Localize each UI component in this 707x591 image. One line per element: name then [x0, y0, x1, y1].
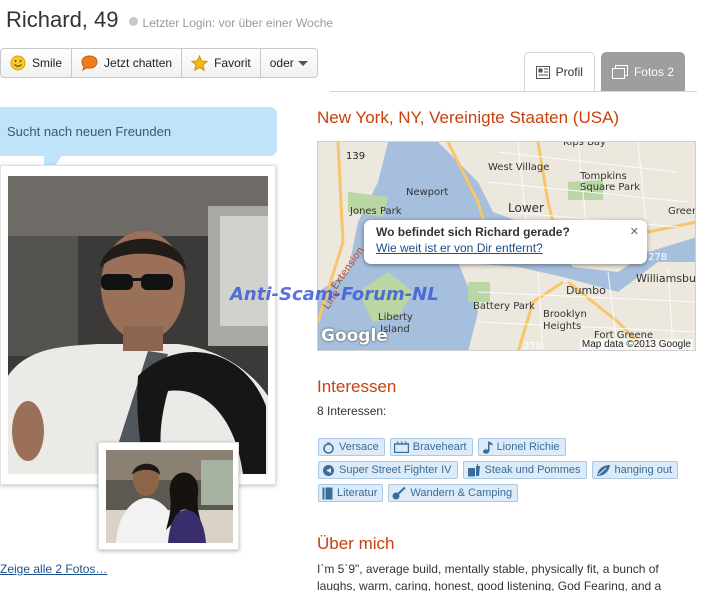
watermark-text: Anti-Scam-Forum-NL: [230, 284, 439, 305]
looking-for-text: Sucht nach neuen Freunden: [7, 124, 172, 139]
distance-link[interactable]: Wie weit ist er von Dir entfernt?: [376, 241, 647, 255]
about-title: Über mich: [317, 534, 395, 553]
show-all-photos-link[interactable]: Zeige alle 2 Fotos…: [0, 562, 107, 576]
main-profile-photo[interactable]: [8, 176, 268, 474]
svg-text:Green: Green: [668, 206, 696, 217]
interests-count: 8 Interessen:: [317, 404, 387, 418]
location-title: New York, NY, Vereinigte Staaten (USA): [317, 108, 620, 127]
about-text: I`m 5`9", average build, mentally stable…: [317, 562, 662, 591]
svg-text:West Village: West Village: [488, 162, 549, 173]
interest-tag[interactable]: hanging out: [591, 461, 678, 479]
svg-text:278: 278: [523, 341, 542, 351]
tab-profile[interactable]: Profil: [523, 52, 595, 91]
svg-text:Williamsburg: Williamsburg: [636, 272, 696, 285]
profile-card-icon: [535, 65, 550, 79]
leaf-icon: [596, 464, 610, 476]
svg-text:Jones Park: Jones Park: [349, 206, 402, 217]
interest-tag[interactable]: Steak und Pommes: [462, 461, 587, 479]
more-label: oder: [269, 56, 294, 70]
tag-label: hanging out: [614, 464, 673, 476]
chat-label: Jetzt chatten: [104, 56, 173, 70]
photos-icon: [611, 64, 628, 79]
game-icon: [323, 464, 334, 476]
map-popup-question: Wo befindet sich Richard gerade?: [376, 225, 570, 239]
tag-label: Braveheart: [412, 441, 467, 453]
interest-tags: Versace Braveheart Lionel Richie Super S…: [318, 438, 698, 507]
tag-label: Lionel Richie: [496, 441, 560, 453]
drink-icon: [467, 463, 480, 476]
svg-text:Brooklyn: Brooklyn: [543, 309, 587, 320]
map-attribution: Map data ©2013 Google: [579, 339, 693, 350]
interest-tag[interactable]: Literatur: [318, 484, 384, 502]
tag-label: Versace: [339, 441, 379, 453]
chat-bubble-icon: [81, 55, 98, 71]
thumbnail-photo[interactable]: [106, 450, 233, 543]
favorite-label: Favorit: [214, 56, 251, 70]
profile-name: Richard, 49: [6, 7, 119, 32]
looking-for-bubble: Sucht nach neuen Freunden: [0, 107, 277, 156]
favorite-button[interactable]: Favorit: [182, 49, 261, 77]
more-dropdown[interactable]: oder: [261, 49, 317, 77]
last-login-text: Letzter Login: vor über einer Woche: [142, 16, 334, 30]
book-icon: [322, 487, 333, 499]
tab-profile-label: Profil: [555, 65, 583, 79]
ring-icon: [323, 442, 334, 454]
svg-text:Dumbo: Dumbo: [566, 284, 606, 297]
music-note-icon: [482, 441, 493, 454]
svg-text:278: 278: [648, 252, 667, 263]
smile-label: Smile: [32, 56, 63, 70]
google-logo: Google: [321, 326, 388, 346]
tag-label: Wandern & Camping: [410, 487, 513, 499]
location-map[interactable]: 139 West Village Tompkins Square Park Ne…: [317, 141, 696, 351]
tab-divider: [330, 91, 697, 92]
tag-row: Super Street Fighter IV Steak und Pommes…: [318, 461, 698, 479]
tab-photos-label: Fotos 2: [633, 64, 674, 79]
svg-text:Kips Bay: Kips Bay: [563, 142, 606, 148]
star-icon: [191, 54, 209, 71]
map-popup: Wo befindet sich Richard gerade? Wie wei…: [364, 220, 647, 264]
tag-row: Versace Braveheart Lionel Richie: [318, 438, 698, 456]
smiley-icon: [10, 55, 26, 71]
main-photo-frame: [0, 165, 276, 485]
interest-tag[interactable]: Braveheart: [389, 438, 473, 456]
smile-button[interactable]: Smile: [1, 49, 73, 77]
profile-header: Richard, 49 Letzter Login: vor über eine…: [6, 7, 333, 33]
thumbnail-frame: [98, 442, 239, 550]
tab-photos[interactable]: Fotos 2: [600, 52, 685, 91]
interest-tag[interactable]: Wandern & Camping: [388, 484, 519, 502]
interest-tag[interactable]: Lionel Richie: [477, 438, 566, 456]
svg-text:Liberty: Liberty: [378, 312, 413, 323]
interests-title: Interessen: [317, 377, 397, 396]
svg-text:Tompkins: Tompkins: [579, 171, 627, 182]
svg-text:Battery Park: Battery Park: [473, 301, 535, 312]
tag-label: Literatur: [337, 487, 378, 499]
close-icon[interactable]: ✕: [630, 225, 639, 238]
tag-row: Literatur Wandern & Camping: [318, 484, 698, 502]
interest-tag[interactable]: Super Street Fighter IV: [318, 461, 458, 479]
action-bar: Smile Jetzt chatten Favorit oder: [0, 48, 318, 78]
tag-label: Steak und Pommes: [484, 464, 581, 476]
svg-text:139: 139: [346, 151, 365, 162]
interest-tag[interactable]: Versace: [318, 438, 385, 456]
svg-text:Heights: Heights: [543, 321, 581, 332]
profile-tabs: Profil Fotos 2: [518, 52, 685, 91]
offline-status-dot-icon: [128, 17, 138, 26]
chevron-down-icon: [297, 60, 308, 66]
svg-text:Newport: Newport: [406, 187, 448, 198]
tag-label: Super Street Fighter IV: [339, 464, 452, 476]
chat-button[interactable]: Jetzt chatten: [72, 49, 183, 77]
film-icon: [393, 441, 409, 453]
guitar-icon: [392, 486, 407, 499]
svg-text:Square Park: Square Park: [580, 182, 640, 193]
svg-text:Lower: Lower: [508, 201, 544, 215]
